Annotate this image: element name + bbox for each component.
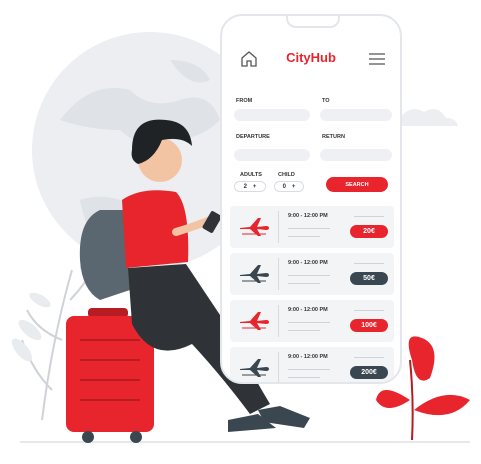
card-divider xyxy=(278,305,279,337)
airplane-icon xyxy=(240,359,269,377)
search-button[interactable]: SEARCH xyxy=(326,177,388,192)
flight-time: 9:00 - 12:00 PM xyxy=(288,307,328,313)
phone-mockup: CityHub FROM TO DEPARTURE RETURN ADULTS … xyxy=(220,14,402,384)
airplane-icon xyxy=(240,218,269,236)
flight-time: 9:00 - 12:00 PM xyxy=(288,354,328,360)
card-divider xyxy=(278,258,279,290)
detail-line xyxy=(288,283,320,284)
to-label: TO xyxy=(322,98,330,104)
departure-field[interactable] xyxy=(234,149,310,161)
adults-plus[interactable]: + xyxy=(253,184,257,190)
menu-icon[interactable] xyxy=(368,52,386,66)
card-divider xyxy=(278,211,279,243)
child-label: CHILD xyxy=(278,172,295,178)
to-field[interactable] xyxy=(320,109,392,121)
detail-line xyxy=(288,369,330,370)
detail-line xyxy=(288,228,330,229)
price-badge[interactable]: 200€ xyxy=(350,366,388,379)
app-header: CityHub xyxy=(222,44,400,74)
flight-card[interactable]: 9:00 - 12:00 PM 200€ xyxy=(230,347,394,382)
price-badge[interactable]: 100€ xyxy=(350,319,388,332)
card-divider xyxy=(278,352,279,382)
from-field[interactable] xyxy=(234,109,310,121)
detail-line xyxy=(354,310,384,311)
child-value: 0 xyxy=(282,183,286,190)
flight-time: 9:00 - 12:00 PM xyxy=(288,213,328,219)
departure-label: DEPARTURE xyxy=(236,134,270,140)
price-badge[interactable]: 20€ xyxy=(350,225,388,238)
detail-line xyxy=(288,236,320,237)
flight-card[interactable]: 9:00 - 12:00 PM 100€ xyxy=(230,300,394,342)
price-badge[interactable]: 50€ xyxy=(350,272,388,285)
child-stepper[interactable]: 0 + xyxy=(274,181,304,192)
detail-line xyxy=(288,330,320,331)
phone-notch xyxy=(286,16,340,28)
adults-value: 2 xyxy=(243,183,247,190)
child-plus[interactable]: + xyxy=(292,184,296,190)
detail-line xyxy=(288,275,330,276)
detail-line xyxy=(288,377,320,378)
detail-line xyxy=(354,263,384,264)
return-label: RETURN xyxy=(322,134,345,140)
illustration-scene: CityHub FROM TO DEPARTURE RETURN ADULTS … xyxy=(0,0,481,464)
adults-stepper[interactable]: 2 + xyxy=(234,181,266,192)
airplane-icon xyxy=(240,312,269,330)
detail-line xyxy=(354,357,384,358)
detail-line xyxy=(288,322,330,323)
flight-time: 9:00 - 12:00 PM xyxy=(288,260,328,266)
adults-label: ADULTS xyxy=(240,172,262,178)
return-field[interactable] xyxy=(320,149,392,161)
flight-card[interactable]: 9:00 - 12:00 PM 20€ xyxy=(230,206,394,248)
from-label: FROM xyxy=(236,98,253,104)
airplane-icon xyxy=(240,265,269,283)
flight-card[interactable]: 9:00 - 12:00 PM 50€ xyxy=(230,253,394,295)
detail-line xyxy=(354,216,384,217)
